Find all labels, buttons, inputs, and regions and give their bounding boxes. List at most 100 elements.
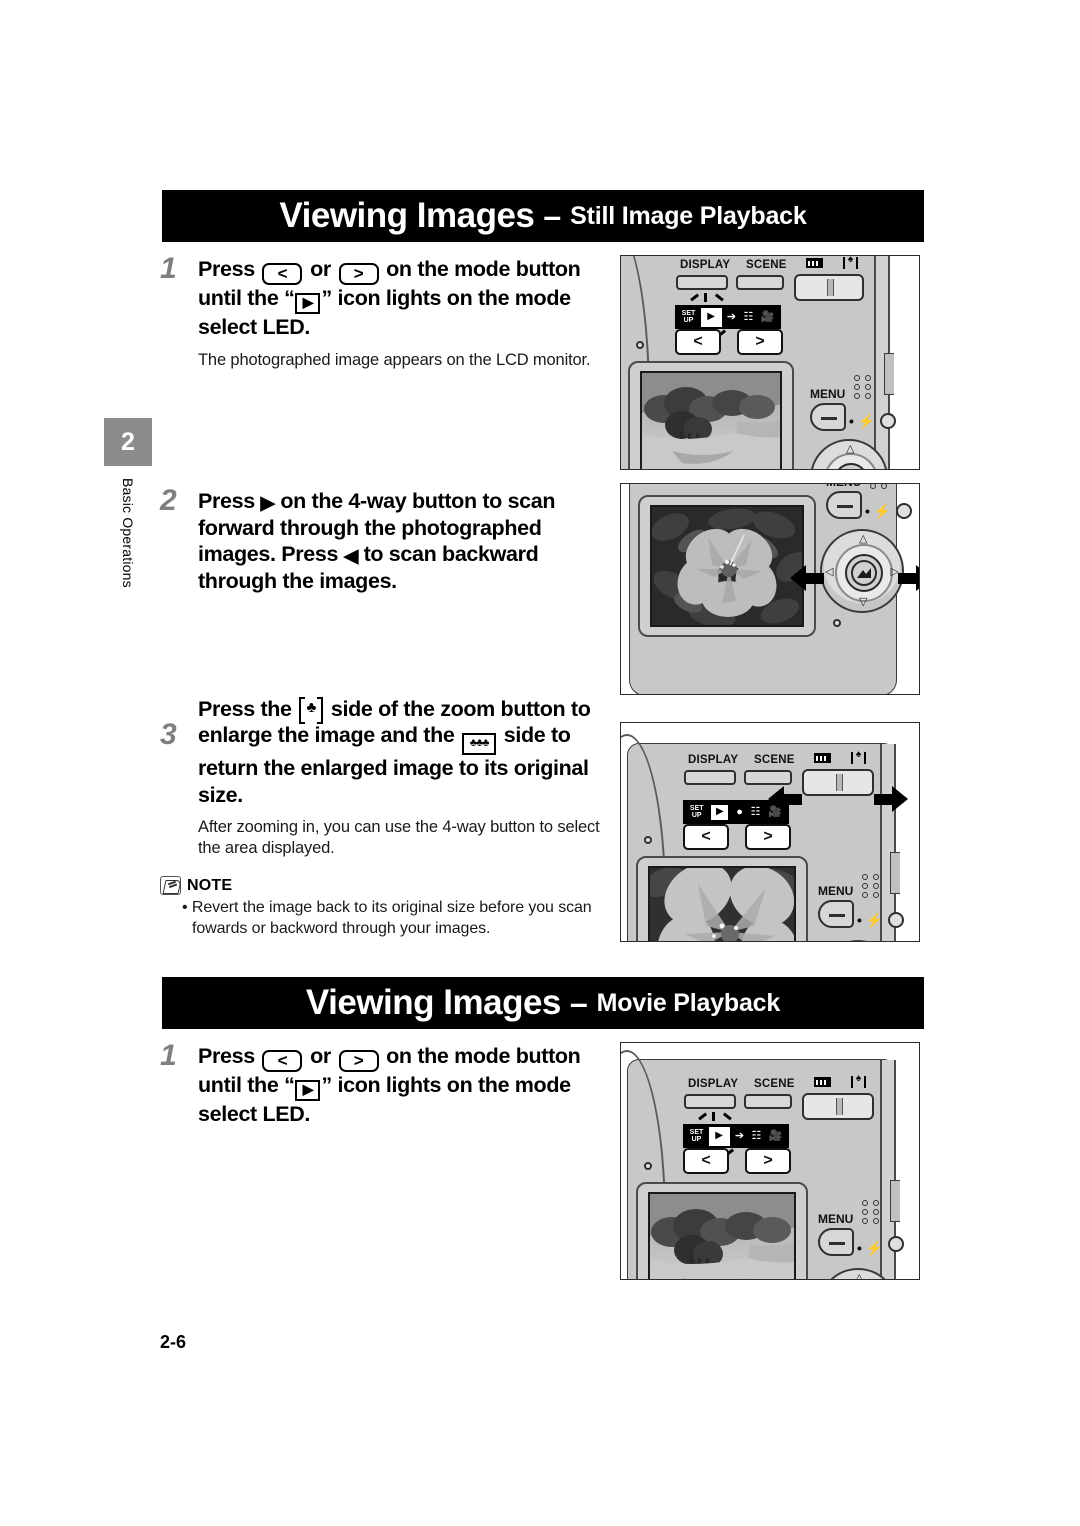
menu-button[interactable] <box>818 1228 854 1256</box>
camera-grip-notch <box>884 353 894 395</box>
speaker-holes-icon <box>862 1200 884 1224</box>
display-button-label: DISPLAY <box>688 1078 739 1090</box>
capture-icon: ● <box>736 805 743 818</box>
led-blink-spark <box>690 293 699 302</box>
mode-left-key-glyph: < <box>262 1050 303 1072</box>
ok-button[interactable] <box>845 554 883 592</box>
display-button-label: DISPLAY <box>688 754 739 766</box>
tele-zoom-mark-icon <box>843 257 858 269</box>
scene-button[interactable] <box>736 275 784 290</box>
step-number: 3 <box>160 718 177 751</box>
step-1-still: 1 Press < or > on the mode button until … <box>160 252 612 371</box>
self-timer-lamp <box>833 619 841 627</box>
mode-left-button[interactable]: < <box>683 824 729 850</box>
pointer-arrow-wide-zoom <box>768 786 802 812</box>
camera-body: MENU • ⚡ △ ▽ ◁ ▷ <box>629 484 919 694</box>
step-3-still: 3 Press the ♣ side of the zoom button an… <box>160 696 612 859</box>
four-way-left-arrow: ◁ <box>825 566 834 578</box>
right-triangle-icon: ▶ <box>260 493 275 514</box>
capture-icon: ➔ <box>734 1129 745 1142</box>
scene-button[interactable] <box>744 770 792 785</box>
flash-indicator-icon: • ⚡ <box>865 503 892 519</box>
four-way-button[interactable]: △ ▽ ◁ ▷ <box>820 529 904 613</box>
display-button[interactable] <box>676 275 728 290</box>
section-header-movie: Viewing Images – Movie Playback <box>162 977 924 1029</box>
section-title-dash: – <box>543 197 562 234</box>
mode-right-key-glyph: > <box>338 263 379 285</box>
display-button-label: DISPLAY <box>680 259 731 271</box>
playback-icon: ▶ <box>295 1080 321 1101</box>
multi-image-icon: ☷ <box>750 805 761 818</box>
menu-button[interactable] <box>826 491 862 519</box>
strap-lug <box>896 503 912 519</box>
step-number: 2 <box>160 484 177 517</box>
note-block: NOTE • Revert the image back to its orig… <box>160 876 612 939</box>
chapter-label-text: Basic Operations <box>120 478 136 588</box>
playback-icon: ▶ <box>295 293 321 314</box>
strap-lug <box>880 413 896 429</box>
lcd-monitor <box>640 371 782 469</box>
pointer-arrow-left-button <box>790 565 824 591</box>
menu-button[interactable] <box>810 403 846 431</box>
mode-left-button[interactable]: < <box>675 329 721 355</box>
wide-zoom-mark-icon <box>806 258 823 268</box>
hibiscus-flower-photo <box>652 507 802 625</box>
playback-icon: ▶ <box>711 804 729 820</box>
mode-right-button[interactable]: > <box>737 329 783 355</box>
scene-button-label: SCENE <box>754 754 795 766</box>
zoom-rocker-button[interactable] <box>802 769 874 796</box>
mode-right-button[interactable]: > <box>745 1148 791 1174</box>
tele-zoom-icon-2: ♣ <box>299 696 324 724</box>
four-way-up-arrow: △ <box>846 443 855 455</box>
camera-grip-notch <box>890 1180 900 1222</box>
step-heading: Press ▶ on the 4-way button to scan forw… <box>198 489 556 593</box>
manual-page: 2 Basic Operations Viewing Images – Stil… <box>0 0 1080 1526</box>
pointer-arrow-tele-zoom <box>874 786 908 812</box>
scene-button[interactable] <box>744 1094 792 1109</box>
flash-indicator-icon: • ⚡ <box>849 413 876 429</box>
step-subtext: After zooming in, you can use the 4-way … <box>198 818 600 857</box>
mode-select-led-strip: SET UP ▶ ➔ ☷ 🎥 <box>683 1124 789 1148</box>
zoom-rocker-button[interactable] <box>794 274 864 301</box>
led-blink-spark <box>723 1112 732 1121</box>
left-triangle-icon: ◀ <box>343 546 359 567</box>
led-blink-spark <box>712 1112 715 1121</box>
landscape-trees-photo <box>650 1194 794 1279</box>
zoom-rocker-button[interactable] <box>802 1093 874 1120</box>
flash-indicator-icon: • ⚡ <box>857 912 884 928</box>
display-button[interactable] <box>684 770 736 785</box>
four-way-up-arrow: △ <box>859 533 868 545</box>
page-number: 2-6 <box>160 1332 187 1352</box>
tele-zoom-mark-icon <box>851 1076 866 1088</box>
multi-image-icon: ☷ <box>743 310 754 323</box>
mode-left-button[interactable]: < <box>683 1148 729 1174</box>
illustration-camera-back-1: DISPLAY SCENE SETUP ▶ ➔ ☷ 🎥 < > <box>620 255 920 470</box>
pointer-arrow-right-button <box>898 565 919 591</box>
led-blink-spark <box>704 293 707 302</box>
chapter-label: Basic Operations <box>104 478 152 648</box>
camera-body: DISPLAY SCENE SETUP ▶ ● ☷ 🎥 < > <box>621 734 908 941</box>
menu-button[interactable] <box>818 900 854 928</box>
menu-button-label: MENU <box>826 484 861 489</box>
mode-right-button[interactable]: > <box>745 824 791 850</box>
lcd-monitor <box>648 1192 796 1279</box>
step-1-movie: 1 Press < or > on the mode button until … <box>160 1039 612 1128</box>
illustration-camera-back-4: DISPLAY SCENE SETUP ▶ ➔ ☷ 🎥 < > <box>620 1042 920 1280</box>
note-item: • Revert the image back to its original … <box>182 899 592 937</box>
display-button[interactable] <box>684 1094 736 1109</box>
speaker-holes-icon <box>870 484 892 489</box>
setup-icon: SET UP <box>681 310 696 324</box>
illustration-camera-back-3: DISPLAY SCENE SETUP ▶ ● ☷ 🎥 < > <box>620 722 920 942</box>
note-title: NOTE <box>187 876 233 894</box>
mode-right-key-glyph: > <box>338 1050 379 1072</box>
setup-icon: SET UP <box>689 1129 704 1143</box>
landscape-trees-photo <box>642 373 780 469</box>
strap-lug <box>888 912 904 928</box>
scene-button-label: SCENE <box>754 1078 795 1090</box>
indicator-lamp <box>644 836 652 844</box>
led-blink-spark <box>715 293 724 302</box>
section-title-sub: Movie Playback <box>596 988 781 1017</box>
step-subtext: The photographed image appears on the LC… <box>198 350 591 369</box>
step-2-still: 2 Press ▶ on the 4-way button to scan fo… <box>160 484 612 594</box>
movie-icon: 🎥 <box>768 1129 783 1142</box>
